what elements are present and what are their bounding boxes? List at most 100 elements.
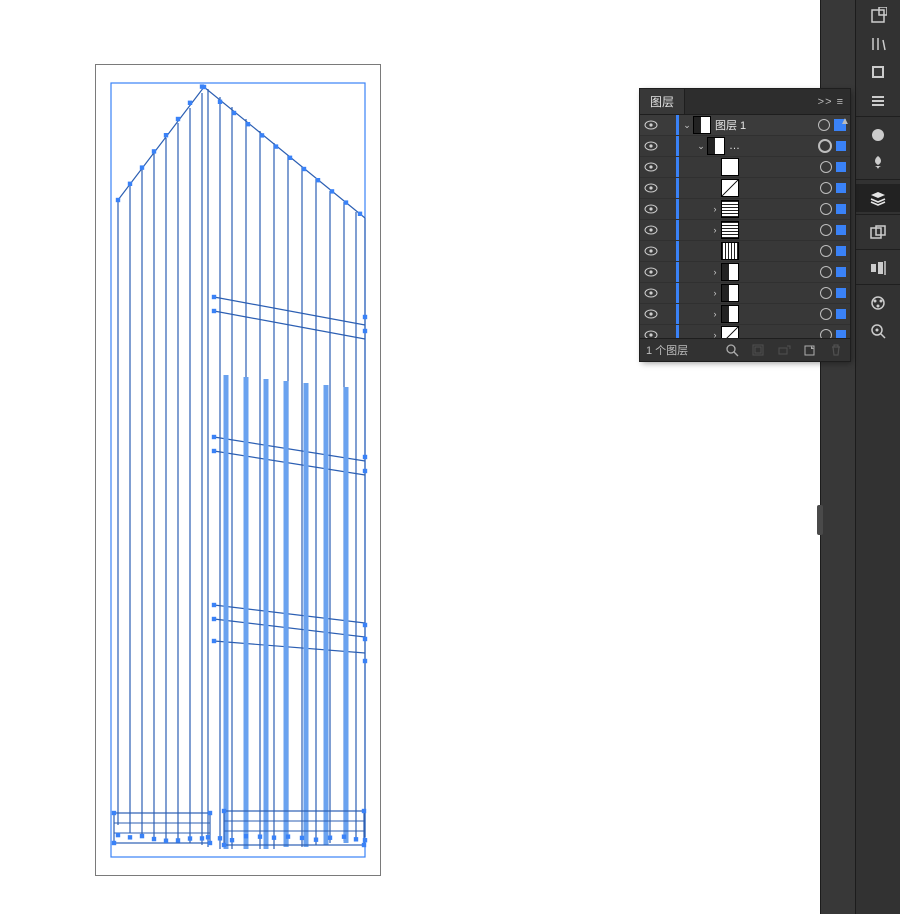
visibility-toggle[interactable]	[640, 162, 662, 172]
scroll-up-arrow[interactable]: ▲	[840, 116, 848, 124]
disclosure-triangle[interactable]: ›	[709, 225, 721, 235]
selection-color-bar	[676, 115, 679, 135]
disclosure-triangle[interactable]: ›	[709, 309, 721, 319]
artboards-icon[interactable]	[856, 219, 900, 247]
target-indicator[interactable]	[820, 245, 832, 257]
layer-row[interactable]: ›	[640, 220, 850, 241]
selection-color-bar	[676, 283, 679, 303]
layer-thumbnail	[721, 200, 739, 218]
layer-row[interactable]	[640, 178, 850, 199]
panel-menu-button[interactable]: >> ≡	[816, 89, 850, 114]
selection-indicator[interactable]	[836, 225, 846, 235]
layer-thumbnail	[721, 305, 739, 323]
delete-layer-button	[828, 342, 844, 358]
selection-indicator[interactable]	[836, 330, 846, 338]
layer-thumbnail	[721, 284, 739, 302]
dock-resize-handle[interactable]	[817, 505, 823, 535]
artboard[interactable]	[95, 64, 381, 876]
disclosure-triangle[interactable]: ⌄	[681, 120, 693, 131]
target-indicator[interactable]	[820, 182, 832, 194]
layer-row[interactable]: ›	[640, 262, 850, 283]
visibility-toggle[interactable]	[640, 267, 662, 277]
selection-indicator[interactable]	[836, 309, 846, 319]
selection-color-bar	[676, 325, 679, 338]
disclosure-triangle[interactable]: ›	[709, 330, 721, 338]
layer-row[interactable]: ›	[640, 325, 850, 338]
disclosure-triangle[interactable]: ›	[709, 267, 721, 277]
target-indicator[interactable]	[818, 139, 832, 153]
layer-thumbnail	[693, 116, 711, 134]
layer-row[interactable]: ⌄ 图层 1	[640, 115, 850, 136]
layer-thumbnail	[721, 179, 739, 197]
navigator-icon[interactable]	[856, 317, 900, 345]
color-guide-icon[interactable]	[856, 289, 900, 317]
layer-thumbnail	[721, 242, 739, 260]
disclosure-triangle[interactable]: ›	[709, 204, 721, 214]
selection-indicator[interactable]	[836, 183, 846, 193]
brushes-icon[interactable]	[856, 86, 900, 114]
selection-color-bar	[676, 157, 679, 177]
layer-thumbnail	[707, 137, 725, 155]
selection-indicator[interactable]	[836, 246, 846, 256]
visibility-toggle[interactable]	[640, 246, 662, 256]
visibility-toggle[interactable]	[640, 204, 662, 214]
align-icon[interactable]	[856, 254, 900, 282]
target-indicator[interactable]	[820, 287, 832, 299]
target-indicator[interactable]	[818, 119, 830, 131]
selection-color-bar	[676, 241, 679, 261]
layer-thumbnail	[721, 221, 739, 239]
visibility-toggle[interactable]	[640, 120, 662, 130]
selection-indicator[interactable]	[836, 204, 846, 214]
layer-row[interactable]	[640, 241, 850, 262]
selected-vector-artwork[interactable]	[96, 65, 380, 875]
layer-row[interactable]	[640, 157, 850, 178]
selection-indicator[interactable]	[836, 162, 846, 172]
new-sublayer-button	[776, 342, 792, 358]
layers-icon[interactable]	[856, 184, 900, 212]
layer-list: ⌄图层 1 ⌄… › › ›	[640, 115, 850, 338]
layer-name[interactable]: 图层 1	[715, 117, 814, 133]
visibility-toggle[interactable]	[640, 225, 662, 235]
visibility-toggle[interactable]	[640, 330, 662, 338]
selection-color-bar	[676, 304, 679, 324]
visibility-toggle[interactable]	[640, 183, 662, 193]
layer-thumbnail	[721, 326, 739, 338]
target-indicator[interactable]	[820, 308, 832, 320]
appearance-icon[interactable]	[856, 121, 900, 149]
layer-count-label: 1 个图层	[646, 342, 688, 358]
selection-indicator[interactable]	[836, 288, 846, 298]
symbols-icon[interactable]	[856, 149, 900, 177]
selection-color-bar	[676, 199, 679, 219]
selection-indicator[interactable]	[836, 267, 846, 277]
selection-color-bar	[676, 136, 679, 156]
target-indicator[interactable]	[820, 224, 832, 236]
new-layer-button[interactable]	[802, 342, 818, 358]
layer-row[interactable]: ›	[640, 283, 850, 304]
swatches-icon[interactable]	[856, 58, 900, 86]
visibility-toggle[interactable]	[640, 141, 662, 151]
selection-color-bar	[676, 262, 679, 282]
selection-indicator[interactable]	[836, 141, 846, 151]
target-indicator[interactable]	[820, 266, 832, 278]
layer-row[interactable]: ›	[640, 199, 850, 220]
clip-mask-button	[750, 342, 766, 358]
disclosure-triangle[interactable]: ›	[709, 288, 721, 298]
target-indicator[interactable]	[820, 203, 832, 215]
visibility-toggle[interactable]	[640, 288, 662, 298]
locate-object-button[interactable]	[724, 342, 740, 358]
layer-name[interactable]: …	[729, 140, 814, 152]
target-indicator[interactable]	[820, 161, 832, 173]
disclosure-triangle[interactable]: ⌄	[695, 141, 707, 152]
selection-color-bar	[676, 178, 679, 198]
panel-footer: 1 个图层	[640, 338, 850, 361]
layers-panel[interactable]: 图层 >> ≡ ▲ ⌄图层 1 ⌄… › ›	[640, 89, 850, 361]
selection-color-bar	[676, 220, 679, 240]
layer-row[interactable]: ›	[640, 304, 850, 325]
target-indicator[interactable]	[820, 329, 832, 338]
layer-thumbnail	[721, 263, 739, 281]
libraries-icon[interactable]	[856, 30, 900, 58]
layers-tab[interactable]: 图层	[640, 89, 685, 114]
layer-row[interactable]: ⌄…	[640, 136, 850, 157]
visibility-toggle[interactable]	[640, 309, 662, 319]
properties-icon[interactable]	[856, 2, 900, 30]
